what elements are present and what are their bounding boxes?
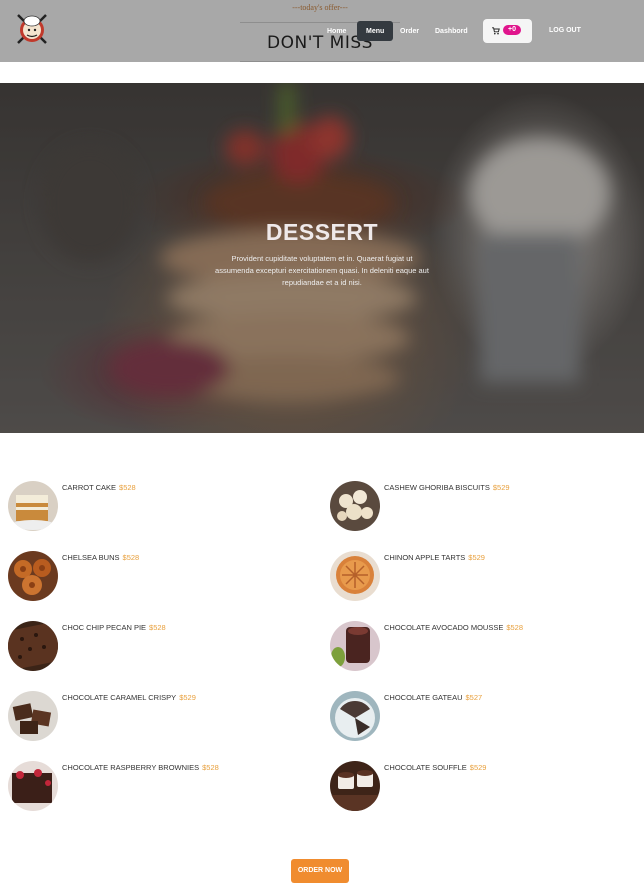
hero-title: DESSERT xyxy=(265,219,379,245)
menu-item-label: CHOC CHIP PECAN PIE $528 xyxy=(62,623,166,632)
nav-home[interactable]: Home xyxy=(327,21,346,41)
pecan-pie-photo xyxy=(8,621,58,671)
hero-description: Provident cupiditate voluptatem et in. Q… xyxy=(215,254,429,287)
caramel-crispy-photo xyxy=(8,691,58,741)
nav-order[interactable]: Order xyxy=(400,21,419,41)
order-now-button[interactable]: ORDER NOW xyxy=(291,859,349,883)
menu-item-label: CHOCOLATE AVOCADO MOUSSE $528 xyxy=(384,623,523,632)
menu-item-name: CHOCOLATE AVOCADO MOUSSE xyxy=(384,623,504,632)
apple-tarts-photo xyxy=(330,551,380,601)
carrot-cake-photo xyxy=(8,481,58,531)
offer-divider-bottom xyxy=(240,61,400,62)
menu-item-price: $529 xyxy=(179,693,196,702)
cart-button[interactable]: +0 xyxy=(483,19,532,43)
menu-item-label: CHOCOLATE CARAMEL CRISPY $529 xyxy=(62,693,196,702)
logout-link[interactable]: LOG OUT xyxy=(549,21,581,41)
menu-item-price: $528 xyxy=(202,763,219,772)
menu-item-label: CHINON APPLE TARTS $529 xyxy=(384,553,485,562)
menu-item-price: $528 xyxy=(506,623,524,632)
offer-subtitle: ---today's offer--- xyxy=(292,3,348,12)
menu-item-label: CHOCOLATE GATEAU $527 xyxy=(384,693,482,702)
menu-item-name: CHOCOLATE RASPBERRY BROWNIES xyxy=(62,763,200,772)
menu-item-name: CHINON APPLE TARTS xyxy=(384,553,466,562)
menu-item-label: CHELSEA BUNS $528 xyxy=(62,553,139,562)
menu-item-name: CARROT CAKE xyxy=(62,483,117,492)
chelsea-buns-photo xyxy=(8,551,58,601)
raspberry-brownies-photo xyxy=(8,761,58,811)
chocolate-souffle-photo xyxy=(330,761,380,811)
menu-item-price: $529 xyxy=(468,553,485,562)
menu-item-name: CHOCOLATE CARAMEL CRISPY xyxy=(62,693,177,702)
menu-item-label: CHOCOLATE SOUFFLE $529 xyxy=(384,763,486,772)
cart-icon xyxy=(492,27,500,35)
menu-item-name: CHOC CHIP PECAN PIE xyxy=(62,623,147,632)
menu-item-price: $528 xyxy=(119,483,136,492)
menu-item-label: CHOCOLATE RASPBERRY BROWNIES $528 xyxy=(62,763,219,772)
nav-dashboard[interactable]: Dashbord xyxy=(435,21,468,41)
site-header: ---today's offer--- DON'T MISS Home Menu… xyxy=(0,0,644,62)
cart-count-badge: +0 xyxy=(503,25,521,35)
todays-offer: ---today's offer--- DON'T MISS xyxy=(240,3,400,62)
menu-item-label: CASHEW GHORIBA BISCUITS $529 xyxy=(384,483,510,492)
menu-item-name: CASHEW GHORIBA BISCUITS xyxy=(384,483,490,492)
menu-item-name: CHOCOLATE GATEAU xyxy=(384,693,463,702)
chocolate-gateau-photo xyxy=(330,691,380,741)
avocado-mousse-photo xyxy=(330,621,380,671)
cashew-biscuits-photo xyxy=(330,481,380,531)
menu-item-label: CARROT CAKE $528 xyxy=(62,483,136,492)
menu-item-price: $528 xyxy=(149,623,166,632)
menu-item-price: $527 xyxy=(465,693,483,702)
nav-menu[interactable]: Menu xyxy=(357,21,394,41)
menu-item-name: CHELSEA BUNS xyxy=(62,553,120,562)
menu-item-price: $528 xyxy=(122,553,140,562)
menu-item-name: CHOCOLATE SOUFFLE xyxy=(384,763,467,772)
chef-logo-icon[interactable] xyxy=(13,10,51,48)
hero-banner: DESSERT Provident cupiditate voluptatem … xyxy=(0,83,644,433)
menu-item-price: $529 xyxy=(492,483,510,492)
menu-item-price: $529 xyxy=(469,763,487,772)
